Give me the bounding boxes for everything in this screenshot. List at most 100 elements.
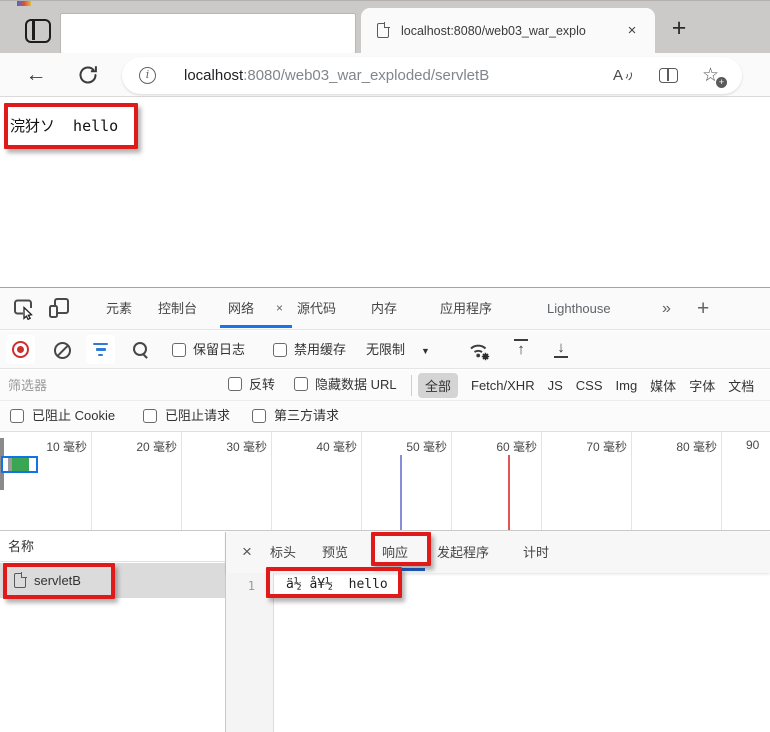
tick-80ms: 80 毫秒 <box>659 438 717 455</box>
tab-timing[interactable]: 计时 <box>523 532 549 573</box>
filter-chip-doc[interactable]: 文档 <box>728 376 754 395</box>
network-conditions-icon[interactable] <box>466 339 493 365</box>
new-tab-button[interactable]: + <box>664 14 694 44</box>
tick-70ms: 70 毫秒 <box>569 438 627 455</box>
filter-input[interactable] <box>8 374 188 396</box>
tab-headers[interactable]: 标头 <box>270 532 296 573</box>
tab-close-icon[interactable]: × <box>621 20 643 42</box>
filter-chip-js[interactable]: JS <box>548 378 563 393</box>
export-har-icon[interactable]: ↓ <box>551 339 571 361</box>
more-tabs-icon[interactable]: » <box>662 288 671 329</box>
workspaces-icon[interactable] <box>25 19 51 43</box>
request-waterfall-bar[interactable] <box>1 456 38 473</box>
network-filter-row: 反转 隐藏数据 URL 全部 Fetch/XHR JS CSS Img 媒体 字… <box>0 370 770 401</box>
tick-50ms: 50 毫秒 <box>389 438 447 455</box>
page-body-text: 浣犲ソ hello <box>10 115 118 136</box>
tab-lighthouse[interactable]: Lighthouse <box>547 288 611 329</box>
filter-icon <box>93 343 108 356</box>
filter-chip-media[interactable]: 媒体 <box>650 376 676 395</box>
tab-title: localhost:8080/web03_war_explo <box>401 8 619 54</box>
request-details-panel: × 标头 预览 响应 发起程序 计时 1 ä½ å¥½ hello <box>226 532 770 732</box>
request-document-icon <box>14 573 26 588</box>
url-host: localhost <box>184 67 243 84</box>
tabstrip-search-box[interactable] <box>60 13 356 54</box>
blocked-cookies-label: 已阻止 Cookie <box>32 401 115 431</box>
back-button[interactable]: ← <box>22 61 50 89</box>
hide-data-urls-label: 隐藏数据 URL <box>315 370 397 400</box>
tab-network-close-icon[interactable]: × <box>276 288 283 329</box>
tab-sources[interactable]: 源代码 <box>297 288 336 329</box>
filter-chip-fetch-xhr[interactable]: Fetch/XHR <box>471 378 535 393</box>
close-details-icon[interactable]: × <box>236 532 258 573</box>
tab-application[interactable]: 应用程序 <box>440 288 492 329</box>
devtools-tab-bar: 元素 控制台 网络 × 源代码 内存 应用程序 Lighthouse » + <box>0 287 770 330</box>
response-body-text: ä½ å¥½ hello <box>286 577 388 592</box>
tab-title-fade <box>589 12 621 50</box>
column-header-name[interactable]: 名称 <box>0 532 225 562</box>
hide-data-urls-checkbox[interactable] <box>294 377 308 391</box>
address-bar[interactable]: i localhost:8080/web03_war_exploded/serv… <box>122 57 742 94</box>
third-party-label: 第三方请求 <box>274 401 339 431</box>
import-har-icon[interactable]: ↑ <box>511 339 531 361</box>
tab-preview[interactable]: 预览 <box>322 532 348 573</box>
tick-90ms: 90 <box>746 438 770 452</box>
blocked-requests-checkbox[interactable] <box>143 409 157 423</box>
record-button[interactable] <box>6 335 35 364</box>
details-tab-bar: × 标头 预览 响应 发起程序 计时 <box>226 532 770 573</box>
filter-chip-css[interactable]: CSS <box>576 378 603 393</box>
disable-cache-label: 禁用缓存 <box>294 331 346 368</box>
line-number-gutter: 1 <box>226 573 274 732</box>
filter-chip-font[interactable]: 字体 <box>689 376 715 395</box>
blocked-requests-label: 已阻止请求 <box>165 401 230 431</box>
tab-initiator[interactable]: 发起程序 <box>437 532 489 573</box>
tick-10ms: 10 毫秒 <box>29 438 87 455</box>
tick-30ms: 30 毫秒 <box>209 438 267 455</box>
inspect-element-icon[interactable] <box>12 297 35 323</box>
tab-console[interactable]: 控制台 <box>158 288 197 329</box>
active-details-tab-underline <box>373 568 425 571</box>
split-screen-icon[interactable] <box>659 68 678 83</box>
reload-button[interactable] <box>76 63 100 87</box>
page-document-icon <box>377 23 389 38</box>
third-party-checkbox[interactable] <box>252 409 266 423</box>
filter-chip-img[interactable]: Img <box>616 378 638 393</box>
add-favorite-icon[interactable]: ☆+ <box>702 65 724 87</box>
browser-toolbar: ← i localhost:8080/web03_war_exploded/se… <box>0 53 770 97</box>
window-edge-decoration <box>17 1 31 6</box>
browser-tab[interactable]: localhost:8080/web03_war_explo × <box>361 8 655 54</box>
filter-divider <box>411 375 412 396</box>
preserve-log-checkbox[interactable] <box>172 343 186 357</box>
clear-icon[interactable] <box>54 342 71 359</box>
add-panel-icon[interactable]: + <box>697 288 709 329</box>
record-icon <box>12 341 29 358</box>
url-text: localhost:8080/web03_war_exploded/servle… <box>184 57 489 94</box>
url-path: :8080/web03_war_exploded/servletB <box>243 67 489 84</box>
filter-toggle-button[interactable] <box>86 335 115 364</box>
tab-network[interactable]: 网络 <box>228 288 254 329</box>
filter-chip-all[interactable]: 全部 <box>418 373 458 398</box>
invert-checkbox[interactable] <box>228 377 242 391</box>
throttling-dropdown[interactable]: 无限制 ▼ <box>366 331 430 368</box>
device-toolbar-icon[interactable] <box>49 298 71 320</box>
blocked-cookies-checkbox[interactable] <box>10 409 24 423</box>
throttling-value: 无限制 <box>366 342 405 357</box>
dropdown-caret-icon: ▼ <box>421 346 430 356</box>
tick-40ms: 40 毫秒 <box>299 438 357 455</box>
requests-table: 名称 servletB <box>0 532 226 732</box>
table-row[interactable]: servletB <box>0 563 225 598</box>
page-viewport: 浣犲ソ hello <box>0 98 770 287</box>
tab-response[interactable]: 响应 <box>382 532 408 573</box>
tab-memory[interactable]: 内存 <box>371 288 397 329</box>
preserve-log-label: 保留日志 <box>193 331 245 368</box>
invert-label: 反转 <box>249 370 275 400</box>
site-info-icon[interactable]: i <box>139 67 156 84</box>
tab-elements[interactable]: 元素 <box>106 288 132 329</box>
search-icon[interactable] <box>133 342 150 359</box>
disable-cache-checkbox[interactable] <box>273 343 287 357</box>
network-overview-timeline[interactable]: 10 毫秒 20 毫秒 30 毫秒 40 毫秒 50 毫秒 60 毫秒 70 毫… <box>0 431 770 531</box>
active-tab-underline <box>220 325 292 328</box>
browser-tab-strip: localhost:8080/web03_war_explo × + <box>0 0 770 53</box>
domcontentloaded-marker <box>400 455 402 531</box>
network-toolbar: 保留日志 禁用缓存 无限制 ▼ ↑ ↓ <box>0 331 770 369</box>
read-aloud-icon[interactable]: A <box>613 66 635 86</box>
